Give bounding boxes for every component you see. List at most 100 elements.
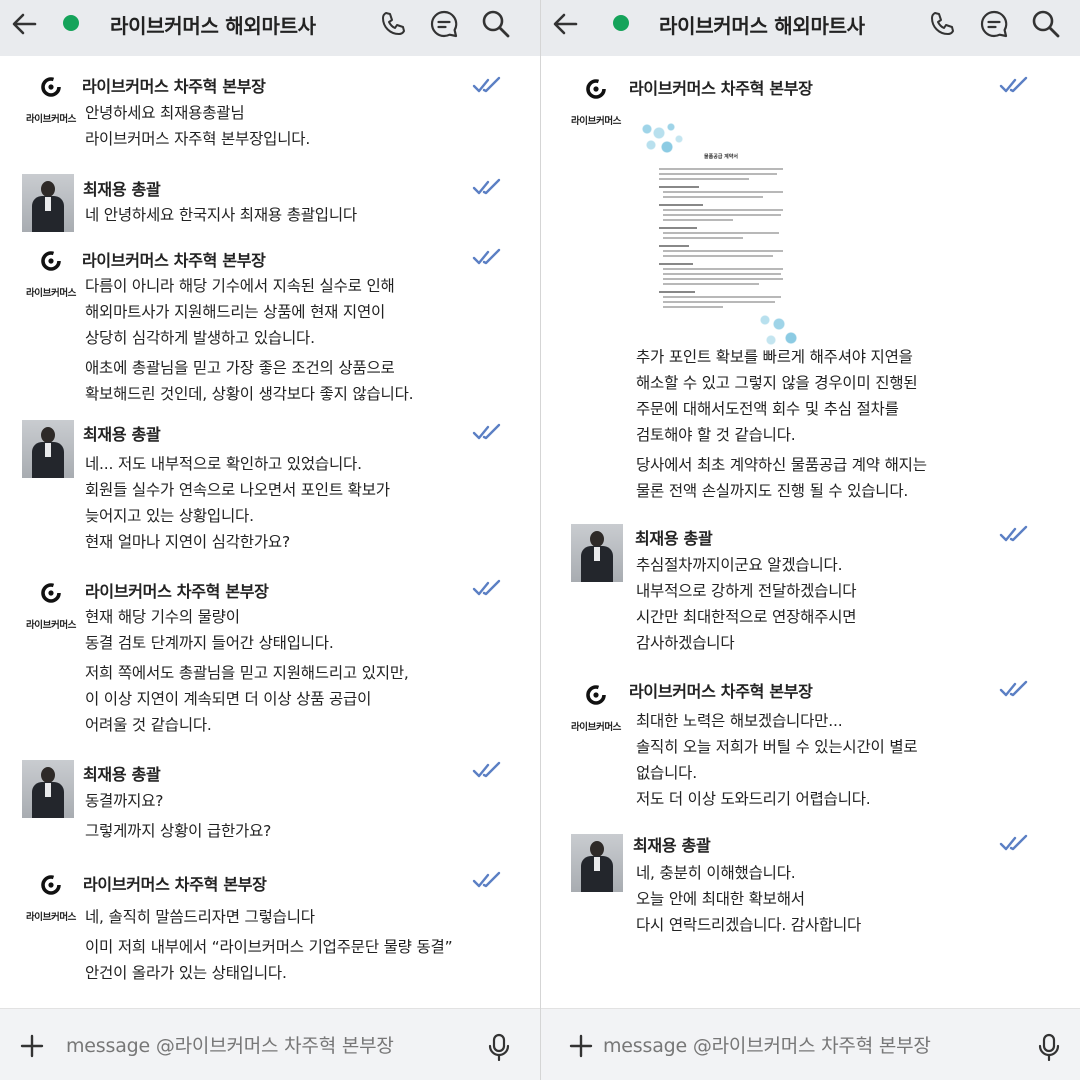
chat-icon[interactable] xyxy=(428,8,460,40)
plus-icon[interactable] xyxy=(20,1034,44,1058)
message-text: 네, 충분히 이해했습니다. xyxy=(636,864,796,882)
message-text: 회원들 실수가 연속으로 나오면서 포인트 확보가 xyxy=(85,481,390,499)
message-text: 현재 해당 기수의 물량이 xyxy=(85,608,240,626)
message-text: 네... 저도 내부적으로 확인하고 있었습니다. xyxy=(85,455,362,473)
message-text: 이 이상 지연이 계속되면 더 이상 상품 공급이 xyxy=(85,690,372,708)
message-text: 저희 쪽에서도 총괄님을 믿고 지원해드리고 있지만, xyxy=(85,664,409,682)
document-title: 물품공급 계약서 xyxy=(704,154,738,160)
message-text: 네 안녕하세요 한국지사 최재용 총괄입니다 xyxy=(85,206,357,224)
sender-name: 최재용 총괄 xyxy=(83,765,161,784)
chat-screen-left: 라이브커머스 해외마트사 라이브커머스 라이브커머스 차주혁 본부장 안녕하세요… xyxy=(0,0,540,1080)
back-arrow-icon[interactable] xyxy=(549,8,581,40)
message-body: 다름이 아니라 해당 기수에서 지속된 실수로 인해 해외마트사가 지원해드리는… xyxy=(85,273,414,407)
message-text: 없습니다. xyxy=(636,764,697,782)
sender-name: 최재용 총괄 xyxy=(83,425,161,444)
brand-logo-icon xyxy=(41,251,61,271)
microphone-icon[interactable] xyxy=(1037,1033,1061,1061)
logo-avatar: 라이브커머스 xyxy=(567,682,625,738)
user-avatar xyxy=(22,420,74,478)
message-text: 현재 얼마나 지연이 심각한가요? xyxy=(85,533,290,551)
user-avatar xyxy=(571,524,623,582)
double-check-icon xyxy=(999,525,1028,542)
double-check-icon xyxy=(472,76,501,93)
online-status-dot xyxy=(613,15,629,31)
message-input-bar xyxy=(0,1008,540,1080)
message-input-bar xyxy=(541,1008,1080,1080)
message-input[interactable] xyxy=(603,1029,1003,1063)
plus-icon[interactable] xyxy=(569,1034,593,1058)
message-text: 해소할 수 있고 그렇지 않을 경우이미 진행된 xyxy=(636,374,918,392)
search-icon[interactable] xyxy=(480,8,512,40)
message-text: 물론 전액 손실까지도 진행 될 수 있습니다. xyxy=(636,482,909,500)
microphone-icon[interactable] xyxy=(487,1033,511,1061)
double-check-icon xyxy=(472,248,501,265)
message-text: 그렇게까지 상황이 급한가요? xyxy=(85,822,272,840)
message-text: 솔직히 오늘 저희가 버틸 수 있는시간이 별로 xyxy=(636,738,918,756)
sender-name: 라이브커머스 차주혁 본부장 xyxy=(82,251,266,270)
message-text: 검토해야 할 것 같습니다. xyxy=(636,426,796,444)
user-avatar xyxy=(571,834,623,892)
phone-icon[interactable] xyxy=(377,8,409,40)
logo-avatar: 라이브커머스 xyxy=(22,248,80,304)
logo-avatar: 라이브커머스 xyxy=(22,74,80,130)
message-text: 동결까지요? xyxy=(85,792,164,810)
message-text: 시간만 최대한적으로 연장해주시면 xyxy=(636,608,857,626)
double-check-icon xyxy=(472,871,501,888)
brand-logo-icon xyxy=(586,685,606,705)
search-icon[interactable] xyxy=(1030,8,1062,40)
message-input[interactable] xyxy=(66,1029,466,1063)
message-list[interactable]: 라이브커머스 라이브커머스 차주혁 본부장 물품공급 계약서 추가 포인트 확보… xyxy=(541,56,1080,1008)
contract-document-image[interactable]: 물품공급 계약서 xyxy=(641,123,801,348)
logo-avatar: 라이브커머스 xyxy=(22,872,80,928)
double-check-icon xyxy=(999,680,1028,697)
message-list[interactable]: 라이브커머스 라이브커머스 차주혁 본부장 안녕하세요 최재용총괄님 라이브커머… xyxy=(0,56,540,1008)
message-text: 추심절차까지이군요 알겠습니다. xyxy=(636,556,843,574)
brand-logo-icon xyxy=(586,79,606,99)
chat-title: 라이브커머스 해외마트사 xyxy=(110,14,316,38)
logo-text: 라이브커머스 xyxy=(570,116,622,127)
brand-logo-icon xyxy=(41,875,61,895)
double-check-icon xyxy=(472,579,501,596)
logo-avatar: 라이브커머스 xyxy=(22,580,80,636)
online-status-dot xyxy=(63,15,79,31)
logo-text: 라이브커머스 xyxy=(25,114,77,125)
double-check-icon xyxy=(472,178,501,195)
message-text: 안건이 올라가 있는 상태입니다. xyxy=(85,964,287,982)
logo-text: 라이브커머스 xyxy=(570,722,622,733)
message-body: 동결까지요? 그렇게까지 상황이 급한가요? xyxy=(85,788,271,844)
message-body: 네, 충분히 이해했습니다. 오늘 안에 최대한 확보해서 다시 연락드리겠습니… xyxy=(636,860,861,938)
logo-text: 라이브커머스 xyxy=(25,620,77,631)
brand-logo-icon xyxy=(41,77,61,97)
message-text: 해외마트사가 지원해드리는 상품에 현재 지연이 xyxy=(85,303,386,321)
message-text: 어려울 것 같습니다. xyxy=(85,716,212,734)
message-text: 이미 저희 내부에서 “라이브커머스 기업주문단 물량 동결” xyxy=(85,938,453,956)
chat-screen-right: 라이브커머스 해외마트사 라이브커머스 라이브커머스 차주혁 본부장 물품공급 … xyxy=(540,0,1080,1080)
sender-name: 라이브커머스 차주혁 본부장 xyxy=(83,875,267,894)
message-body: 네... 저도 내부적으로 확인하고 있었습니다. 회원들 실수가 연속으로 나… xyxy=(85,451,390,555)
back-arrow-icon[interactable] xyxy=(8,8,40,40)
message-text: 상당히 심각하게 발생하고 있습니다. xyxy=(85,329,315,347)
message-text: 추가 포인트 확보를 빠르게 해주셔야 지연을 xyxy=(636,348,913,366)
message-body: 추가 포인트 확보를 빠르게 해주셔야 지연을 해소할 수 있고 그렇지 않을 … xyxy=(636,344,927,504)
message-body: 네, 솔직히 말씀드리자면 그렇습니다 이미 저희 내부에서 “라이브커머스 기… xyxy=(85,904,453,986)
sender-name: 라이브커머스 차주혁 본부장 xyxy=(82,77,266,96)
chat-header: 라이브커머스 해외마트사 xyxy=(0,0,540,56)
sender-name: 최재용 총괄 xyxy=(635,529,713,548)
phone-icon[interactable] xyxy=(926,8,958,40)
message-body: 최대한 노력은 해보겠습니다만... 솔직히 오늘 저희가 버틸 수 있는시간이… xyxy=(636,708,918,812)
chat-title: 라이브커머스 해외마트사 xyxy=(659,14,865,38)
message-text: 다름이 아니라 해당 기수에서 지속된 실수로 인해 xyxy=(85,277,395,295)
message-body: 네 안녕하세요 한국지사 최재용 총괄입니다 xyxy=(85,202,357,228)
message-body: 안녕하세요 최재용총괄님 라이브커머스 자주혁 본부장입니다. xyxy=(85,100,310,152)
sender-name: 라이브커머스 차주혁 본부장 xyxy=(629,79,813,98)
message-text: 다시 연락드리겠습니다. 감사합니다 xyxy=(636,916,862,934)
message-text: 네, 솔직히 말씀드리자면 그렇습니다 xyxy=(85,908,315,926)
double-check-icon xyxy=(472,761,501,778)
double-check-icon xyxy=(999,834,1028,851)
chat-icon[interactable] xyxy=(978,8,1010,40)
message-text: 안녕하세요 최재용총괄님 xyxy=(85,104,245,122)
logo-avatar: 라이브커머스 xyxy=(567,76,625,132)
logo-text: 라이브커머스 xyxy=(25,288,77,299)
double-check-icon xyxy=(999,76,1028,93)
message-text: 라이브커머스 자주혁 본부장입니다. xyxy=(85,130,311,148)
